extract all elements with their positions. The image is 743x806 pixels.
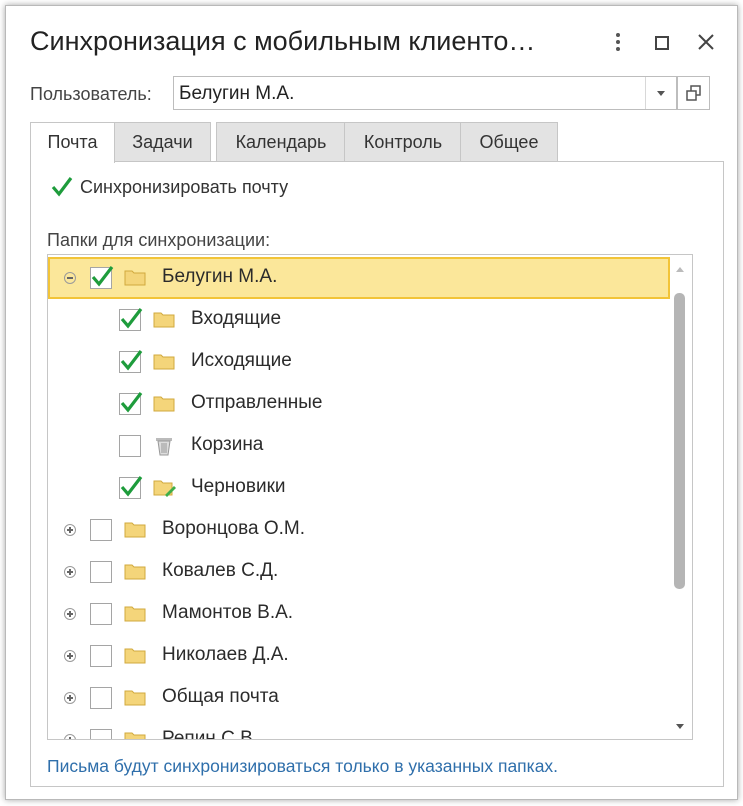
folder-checkbox[interactable]	[119, 350, 143, 373]
tree-row-label: Исходящие	[191, 350, 292, 371]
tree-row-label: Воронцова О.М.	[162, 518, 305, 539]
tab-general[interactable]: Общее	[460, 122, 558, 161]
tree-row-label: Корзина	[191, 434, 264, 455]
folder-icon	[153, 394, 175, 412]
tree-row-label: Черновики	[191, 476, 286, 497]
user-dropdown-button[interactable]	[645, 77, 676, 109]
folder-icon	[124, 562, 146, 580]
folder-checkbox[interactable]	[90, 266, 114, 289]
more-icon[interactable]	[604, 28, 632, 56]
folder-icon	[153, 310, 175, 328]
tree-row-label: Белугин М.А.	[162, 266, 278, 287]
tree-row[interactable]: Белугин М.А.	[48, 257, 670, 299]
folder-checkbox[interactable]	[90, 561, 112, 583]
trash-icon	[153, 436, 175, 456]
tree-row-label: Мамонтов В.А.	[162, 602, 294, 623]
tree-row[interactable]: Николаев Д.А.	[48, 635, 670, 677]
folder-checkbox[interactable]	[90, 687, 112, 709]
open-user-button[interactable]	[677, 76, 710, 110]
title-bar: Синхронизация с мобильным клиенто…	[6, 6, 737, 70]
open-window-icon	[686, 85, 701, 101]
folder-checkbox[interactable]	[90, 729, 112, 739]
folders-label: Папки для синхронизации:	[47, 230, 271, 250]
scroll-thumb[interactable]	[674, 293, 685, 589]
tab-control[interactable]: Контроль	[344, 122, 462, 161]
scroll-down-icon[interactable]	[676, 724, 684, 729]
user-row: Пользователь: Белугин М.А.	[6, 76, 737, 110]
tree-row-label: Входящие	[191, 308, 282, 329]
folder-icon	[124, 268, 146, 286]
sync-mail-label: Синхронизировать почту	[80, 177, 289, 197]
tree-row[interactable]: Отправленные	[48, 383, 670, 425]
folder-icon	[124, 688, 146, 706]
folder-checkbox[interactable]	[119, 435, 141, 457]
user-label: Пользователь:	[30, 84, 152, 104]
folder-tree[interactable]: Белугин М.А. Входящие Исходящие Отправленны…	[47, 254, 693, 740]
expand-icon[interactable]	[64, 566, 76, 578]
folder-icon	[124, 604, 146, 622]
tree-row[interactable]: Исходящие	[48, 341, 670, 383]
folder-checkbox[interactable]	[90, 645, 112, 667]
tab-tasks[interactable]: Задачи	[114, 122, 211, 161]
tree-row-label: Ковалев С.Д.	[162, 560, 279, 581]
chevron-down-icon	[657, 91, 665, 96]
folder-icon	[124, 520, 146, 538]
tree-row[interactable]: Репин С.В.	[48, 719, 670, 740]
expand-icon[interactable]	[64, 524, 76, 536]
tree-row[interactable]: Ковалев С.Д.	[48, 551, 670, 593]
tree-row[interactable]: Корзина	[48, 425, 670, 467]
folder-checkbox[interactable]	[119, 308, 143, 331]
folder-icon	[124, 646, 146, 664]
user-field[interactable]: Белугин М.А.	[173, 76, 677, 110]
tree-row-label: Общая почта	[162, 686, 279, 707]
sync-note: Письма будут синхронизироваться только в…	[47, 756, 559, 776]
tree-scrollbar[interactable]	[670, 255, 690, 739]
collapse-icon[interactable]	[64, 272, 76, 284]
folder-icon	[124, 730, 146, 739]
checkmark-icon	[51, 177, 73, 197]
window-title: Синхронизация с мобильным клиенто…	[30, 26, 536, 56]
expand-icon[interactable]	[64, 608, 76, 620]
mail-tab-panel: Синхронизировать почту Папки для синхрон…	[30, 161, 724, 787]
tree-row[interactable]: Черновики	[48, 467, 670, 509]
folder-checkbox[interactable]	[119, 476, 143, 499]
expand-icon[interactable]	[64, 692, 76, 704]
tab-calendar[interactable]: Календарь	[216, 122, 346, 161]
folder-checkbox[interactable]	[90, 603, 112, 625]
expand-icon[interactable]	[64, 650, 76, 662]
tree-row-label: Николаев Д.А.	[162, 644, 289, 665]
folder-checkbox[interactable]	[90, 519, 112, 541]
tree-row[interactable]: Входящие	[48, 299, 670, 341]
tree-row[interactable]: Общая почта	[48, 677, 670, 719]
scroll-up-icon[interactable]	[676, 267, 684, 272]
expand-icon[interactable]	[64, 734, 76, 739]
close-icon[interactable]	[692, 28, 720, 56]
maximize-icon[interactable]	[647, 28, 675, 56]
sync-dialog: Синхронизация с мобильным клиенто… Польз…	[5, 5, 738, 800]
folder-checkbox[interactable]	[119, 392, 143, 415]
folder-icon	[153, 352, 175, 370]
tree-row[interactable]: Воронцова О.М.	[48, 509, 670, 551]
tree-row[interactable]: Мамонтов В.А.	[48, 593, 670, 635]
tree-row-label: Репин С.В.	[162, 728, 259, 740]
folder-edit-icon	[153, 478, 176, 497]
tab-mail[interactable]: Почта	[30, 122, 115, 163]
tree-row-label: Отправленные	[191, 392, 323, 413]
user-value: Белугин М.А.	[179, 83, 295, 104]
